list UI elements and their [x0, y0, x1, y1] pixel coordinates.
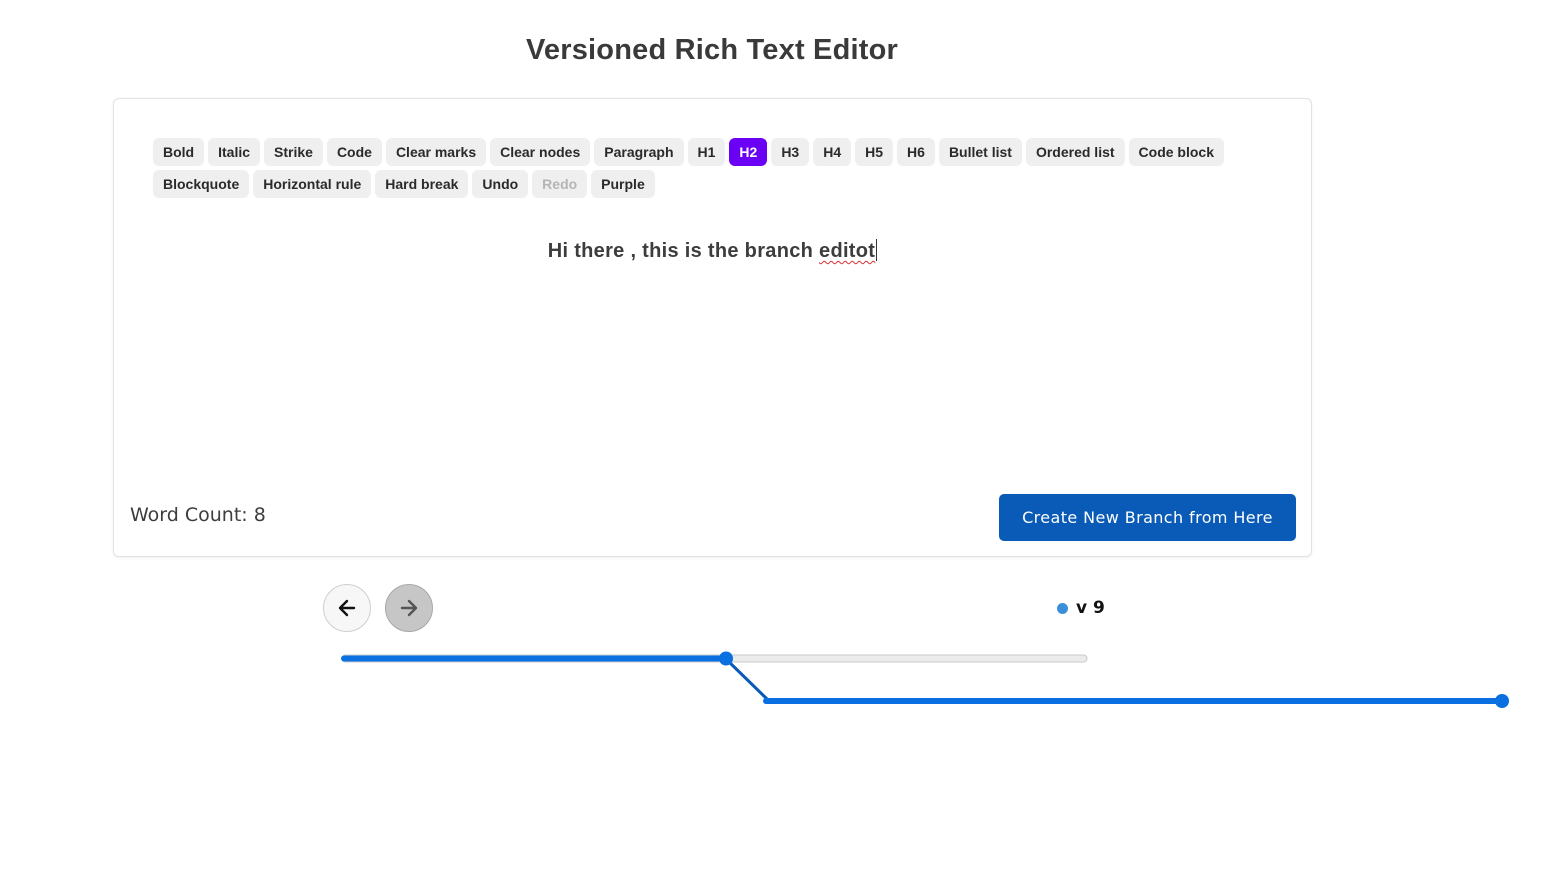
h6-button[interactable]: H6	[897, 138, 935, 166]
code-block-button[interactable]: Code block	[1128, 138, 1225, 166]
text-caret	[876, 239, 878, 261]
arrow-left-icon	[338, 599, 356, 617]
code-button[interactable]: Code	[326, 138, 382, 166]
current-version-indicator: v 9	[1057, 598, 1105, 618]
h4-button[interactable]: H4	[813, 138, 852, 166]
current-version-label: v 9	[1076, 598, 1105, 618]
hard-break-button[interactable]: Hard break	[375, 170, 469, 198]
current-version-handle[interactable]	[1495, 694, 1509, 708]
undo-button[interactable]: Undo	[472, 170, 529, 198]
bold-button[interactable]: Bold	[153, 138, 205, 166]
redo-button[interactable]: Redo	[532, 170, 588, 198]
h5-button[interactable]: H5	[855, 138, 894, 166]
purple-button[interactable]: Purple	[591, 170, 655, 198]
word-count: Word Count: 8	[130, 504, 266, 526]
version-dot-icon	[1057, 602, 1068, 614]
editor-toolbar: Bold Italic Strike Code Clear marks Clear nod…	[153, 138, 1273, 198]
ordered-list-button[interactable]: Ordered list	[1025, 138, 1125, 166]
bullet-list-button[interactable]: Bullet list	[938, 138, 1022, 166]
previous-version-button[interactable]	[323, 584, 371, 632]
word-count-label: Word Count:	[130, 504, 248, 526]
page-title: Versioned Rich Text Editor	[525, 34, 899, 66]
editor-card: Bold Italic Strike Code Clear marks Clear nod…	[113, 98, 1312, 557]
italic-button[interactable]: Italic	[208, 138, 261, 166]
branch-point-handle[interactable]	[719, 651, 733, 666]
h1-button[interactable]: H1	[687, 138, 726, 166]
editor-content[interactable]: Hi there , this is the branch editot	[114, 239, 1311, 263]
branch-connector	[724, 657, 770, 702]
main-branch-track[interactable]	[341, 654, 1088, 663]
h2-button[interactable]: H2	[729, 138, 768, 166]
word-count-value: 8	[253, 504, 266, 526]
clear-marks-button[interactable]: Clear marks	[385, 138, 487, 166]
h3-button[interactable]: H3	[771, 138, 810, 166]
horizontal-rule-button[interactable]: Horizontal rule	[253, 170, 372, 198]
blockquote-button[interactable]: Blockquote	[153, 170, 250, 198]
clear-nodes-button[interactable]: Clear nodes	[490, 138, 591, 166]
next-version-button[interactable]	[385, 584, 433, 632]
paragraph-button[interactable]: Paragraph	[594, 138, 684, 166]
strike-button[interactable]: Strike	[264, 138, 323, 166]
editor-text: Hi there , this is the branch	[547, 240, 820, 262]
misspelled-word: editot	[819, 240, 876, 262]
arrow-right-icon	[400, 599, 418, 617]
create-branch-button[interactable]: Create New Branch from Here	[999, 494, 1296, 541]
